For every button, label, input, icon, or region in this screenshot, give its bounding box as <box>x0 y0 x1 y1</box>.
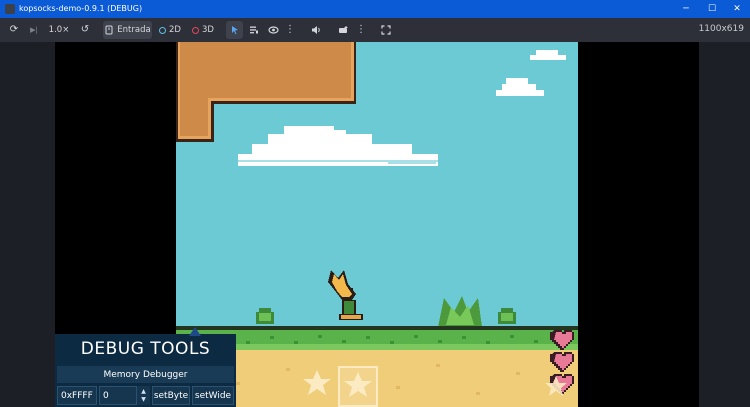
step-button[interactable]: ▶| <box>26 21 42 39</box>
mode-3d-icon <box>192 26 200 34</box>
speed-button[interactable]: 1.0× <box>47 21 71 39</box>
reset-speed-button[interactable]: ↺ <box>77 21 93 39</box>
game-scene <box>176 42 578 407</box>
more-options-button[interactable]: ⋮ <box>284 21 296 39</box>
mode-2d-label: 2D <box>169 25 181 35</box>
cursor-icon <box>231 26 238 35</box>
sound-button[interactable] <box>308 21 325 39</box>
value-stepper[interactable]: ▲ ▼ <box>137 386 150 405</box>
refresh-button[interactable]: ⟳ <box>6 21 22 39</box>
stepper-up-icon[interactable]: ▲ <box>141 388 146 396</box>
resolution-label: 1100x619 <box>698 24 744 34</box>
eye-icon <box>267 26 279 34</box>
close-button[interactable]: ✕ <box>724 0 750 18</box>
game-viewport[interactable]: DEBUG TOOLS Memory Debugger 0xFFFF 0 ▲ ▼… <box>55 42 699 407</box>
camera-icon <box>339 26 348 33</box>
maximize-button[interactable]: ☐ <box>699 0 725 18</box>
game-art <box>176 42 578 407</box>
app-icon <box>5 4 15 14</box>
set-wide-button[interactable]: setWide <box>192 386 234 405</box>
list-icon <box>250 26 258 34</box>
title-bar: kopsocks-demo-0.9.1 (DEBUG) ─ ☐ ✕ <box>0 0 750 18</box>
visibility-button[interactable] <box>265 21 281 39</box>
value-field[interactable]: 0 <box>99 386 137 405</box>
list-tool-button[interactable] <box>246 21 262 39</box>
debug-tools-panel: DEBUG TOOLS Memory Debugger 0xFFFF 0 ▲ ▼… <box>55 327 236 407</box>
speed-label: 1.0× <box>48 25 70 35</box>
close-icon: ✕ <box>733 4 741 14</box>
mode-3d-button[interactable]: 3D <box>189 21 217 39</box>
camera-button[interactable] <box>335 21 352 39</box>
memory-debugger-label: Memory Debugger <box>57 366 234 383</box>
more-icon: ⋮ <box>285 24 295 35</box>
stepper-down-icon[interactable]: ▼ <box>141 396 146 404</box>
refresh-icon: ⟳ <box>9 24 19 35</box>
set-byte-button[interactable]: setByte <box>152 386 190 405</box>
maximize-icon: ☐ <box>707 4 717 14</box>
minimize-icon: ─ <box>683 4 689 14</box>
camera-options-button[interactable]: ⋮ <box>355 21 367 39</box>
speaker-icon <box>312 26 320 34</box>
input-label: Entrada <box>117 25 151 35</box>
input-button[interactable]: Entrada <box>103 21 152 39</box>
gamepad-icon <box>105 25 113 35</box>
window-title: kopsocks-demo-0.9.1 (DEBUG) <box>19 4 143 13</box>
editor-toolbar: ⟳ ▶| 1.0× ↺ Entrada 2D 3D ⋮ ⋮ 1100x619 <box>0 18 750 42</box>
address-field[interactable]: 0xFFFF <box>57 386 97 405</box>
select-tool-button[interactable] <box>226 21 243 39</box>
mode-2d-button[interactable]: 2D <box>156 21 184 39</box>
reset-icon: ↺ <box>80 24 90 35</box>
fullscreen-button[interactable] <box>378 21 394 39</box>
fullscreen-icon <box>381 25 391 35</box>
mode-3d-label: 3D <box>202 25 214 35</box>
step-icon: ▶| <box>30 26 38 34</box>
more-icon-2: ⋮ <box>356 24 366 35</box>
mode-2d-icon <box>159 26 167 34</box>
debug-tools-title: DEBUG TOOLS <box>80 339 211 359</box>
minimize-button[interactable]: ─ <box>673 0 699 18</box>
